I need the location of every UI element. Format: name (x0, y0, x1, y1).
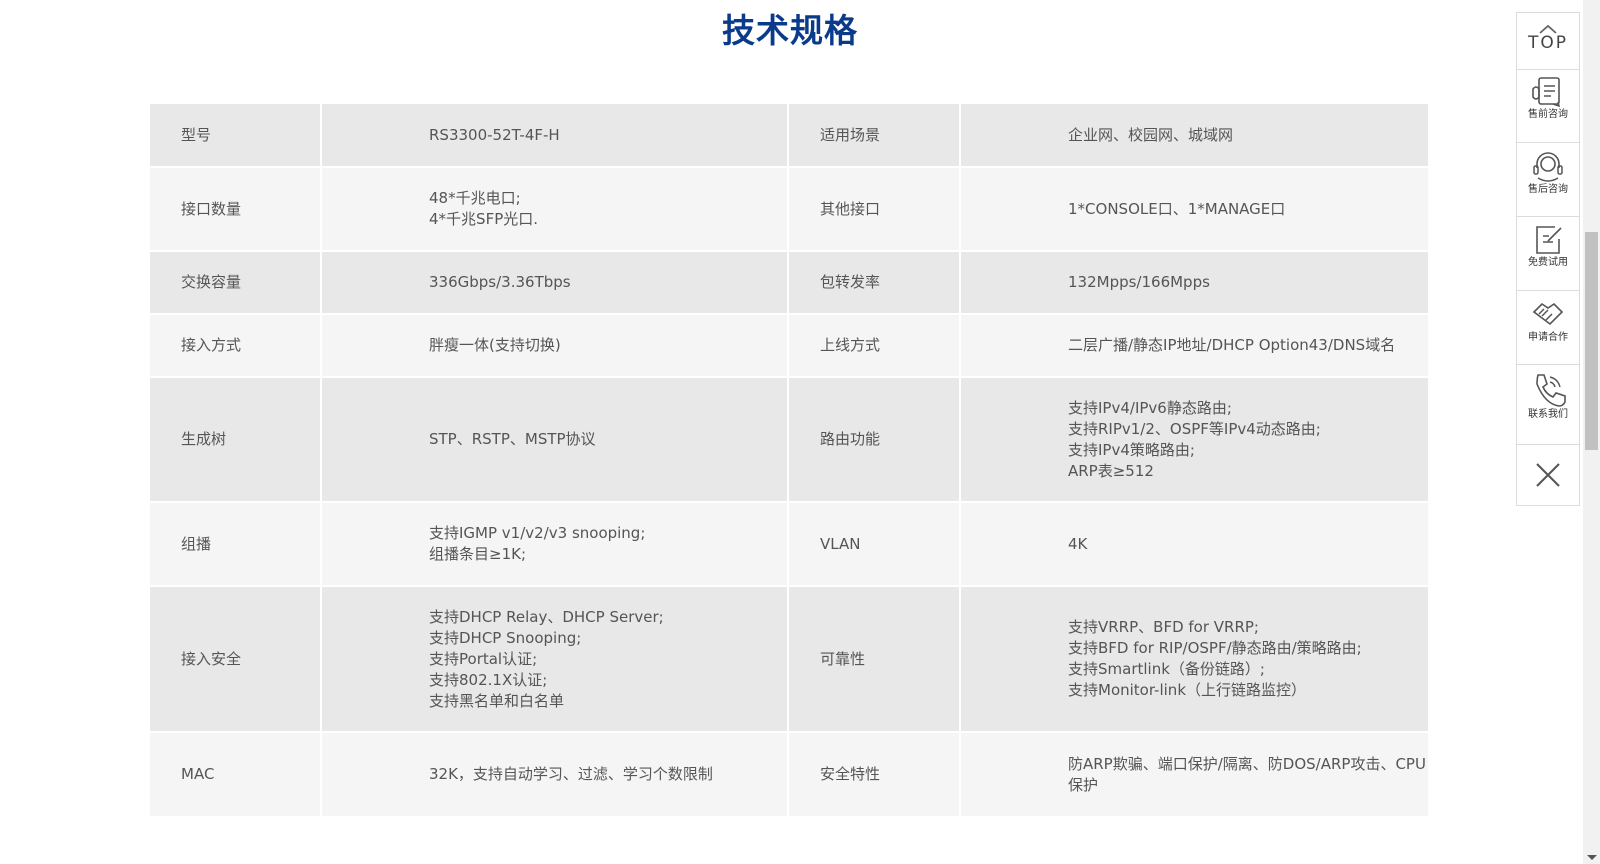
table-row: 组播 支持IGMP v1/v2/v3 snooping; 组播条目≥1K; VLAN 4… (150, 501, 1428, 586)
spec-value-line: 1*CONSOLE口、1*MANAGE口 (1068, 199, 1286, 218)
spec-value-right: 防ARP欺骗、端口保护/隔离、防DOS/ARP攻击、CPU保护 (959, 731, 1428, 816)
table-row: MAC 32K，支持自动学习、过滤、学习个数限制 安全特性 防ARP欺骗、端口保护/隔… (150, 731, 1428, 816)
spec-label-left: 生成树 (150, 376, 321, 502)
floating-toolbar: TOP 售前咨询 售后咨询 免费试用 申请合作 联系我们 (1516, 12, 1580, 506)
cooperation-label: 申请合作 (1528, 332, 1568, 343)
contact-label: 联系我们 (1528, 409, 1568, 420)
spec-value-line: 支持802.1X认证; (429, 670, 548, 689)
free-trial-label: 免费试用 (1528, 257, 1568, 268)
spec-value-line: 支持IPv4/IPv6静态路由; (1068, 398, 1232, 417)
page-title: 技术规格 (722, 11, 858, 50)
aftersales-label: 售后咨询 (1528, 184, 1568, 195)
spec-value-left: 支持DHCP Relay、DHCP Server; 支持DHCP Snooping… (320, 585, 788, 732)
spec-value-right: 企业网、校园网、城域网 (959, 104, 1428, 167)
spec-value-line: 支持IGMP v1/v2/v3 snooping; (429, 524, 646, 542)
table-row: 型号 RS3300-52T-4F-H 适用场景 企业网、校园网、城域网 (150, 104, 1428, 167)
spec-value-line: 32K，支持自动学习、过滤、学习个数限制 (429, 765, 713, 783)
spec-value-line: 支持IPv4策略路由; (1068, 440, 1195, 459)
spec-label-left: 接入安全 (150, 585, 321, 732)
table-row: 接入方式 胖瘦一体(支持切换) 上线方式 二层广播/静态IP地址/DHCP Optio… (150, 313, 1428, 377)
spec-label-left: 接入方式 (150, 313, 321, 377)
spec-label-right: 安全特性 (787, 731, 960, 816)
top-label: TOP (1527, 33, 1569, 53)
apply-cooperation-button[interactable]: 申请合作 (1517, 291, 1579, 365)
spec-value-line: 4*千兆SFP光口. (429, 210, 539, 228)
spec-value-left: STP、RSTP、MSTP协议 (320, 376, 788, 502)
spec-label-right: VLAN (787, 501, 960, 586)
aftersales-consult-button[interactable]: 售后咨询 (1517, 143, 1579, 217)
free-trial-button[interactable]: 免费试用 (1517, 217, 1579, 291)
presales-consult-button[interactable]: 售前咨询 (1517, 70, 1579, 143)
spec-value-line: 支持DHCP Relay、DHCP Server; (429, 607, 664, 626)
spec-value-left: 336Gbps/3.36Tbps (320, 250, 788, 314)
spec-value-line: 支持VRRP、BFD for VRRP; (1068, 618, 1259, 636)
spec-value-line: 企业网、校园网、城域网 (1068, 125, 1234, 144)
spec-value-line: 支持BFD for RIP/OSPF/静态路由/策略路由; (1068, 639, 1362, 657)
table-row: 交换容量 336Gbps/3.36Tbps 包转发率 132Mpps/166Mpps (150, 250, 1428, 314)
scrollbar[interactable] (1583, 0, 1600, 864)
spec-label-left: MAC (150, 731, 321, 816)
presales-icon (1532, 77, 1561, 108)
spec-label-right: 其他接口 (787, 166, 960, 251)
spec-value-line: 支持Portal认证; (429, 649, 538, 668)
spec-value-left: 32K，支持自动学习、过滤、学习个数限制 (320, 731, 788, 816)
contact-us-button[interactable]: 联系我们 (1517, 365, 1579, 445)
presales-label: 售前咨询 (1528, 109, 1568, 120)
table-row: 生成树 STP、RSTP、MSTP协议 路由功能 支持IPv4/IPv6静态路由; 支持… (150, 376, 1428, 502)
spec-value-line: RS3300-52T-4F-H (429, 125, 560, 144)
back-to-top-button[interactable]: TOP (1517, 13, 1579, 70)
handshake-icon (1532, 302, 1564, 326)
spec-value-line: 48*千兆电口; (429, 189, 521, 207)
spec-table: 型号 RS3300-52T-4F-H 适用场景 企业网、校园网、城域网 接口数量 48*千… (150, 104, 1428, 816)
spec-value-left: 支持IGMP v1/v2/v3 snooping; 组播条目≥1K; (320, 501, 788, 586)
scrollbar-thumb[interactable] (1585, 232, 1598, 450)
spec-value-line: 胖瘦一体(支持切换) (429, 336, 561, 354)
spec-value-line: 支持Monitor-link（上行链路监控） (1068, 681, 1307, 699)
spec-value-right: 132Mpps/166Mpps (959, 250, 1428, 314)
spec-value-line: 支持黑名单和白名单 (429, 691, 565, 710)
spec-label-right: 适用场景 (787, 104, 960, 167)
spec-value-line: 支持Smartlink（备份链路）; (1068, 660, 1265, 678)
spec-label-right: 上线方式 (787, 313, 960, 377)
spec-label-right: 可靠性 (787, 585, 960, 732)
spec-value-right: 1*CONSOLE口、1*MANAGE口 (959, 166, 1428, 251)
spec-value-line: 支持DHCP Snooping; (429, 628, 582, 647)
spec-label-left: 组播 (150, 501, 321, 586)
spec-label-right: 路由功能 (787, 376, 960, 502)
scroll-down-arrow[interactable] (1587, 855, 1597, 860)
spec-value-line: 336Gbps/3.36Tbps (429, 273, 571, 291)
spec-value-right: 4K (959, 501, 1428, 586)
headset-icon (1533, 152, 1563, 182)
spec-label-left: 交换容量 (150, 250, 321, 314)
spec-value-line: 4K (1068, 534, 1088, 553)
spec-value-right: 支持VRRP、BFD for VRRP; 支持BFD for RIP/OSPF/静… (959, 585, 1428, 732)
table-row: 接口数量 48*千兆电口; 4*千兆SFP光口. 其他接口 1*CONSOLE口、1*M… (150, 166, 1428, 251)
spec-value-right: 支持IPv4/IPv6静态路由; 支持RIPv1/2、OSPF等IPv4动态路由;… (959, 376, 1428, 502)
edit-note-icon (1536, 226, 1562, 254)
spec-label-left: 型号 (150, 104, 321, 167)
close-icon (1536, 463, 1560, 487)
spec-value-line: 二层广播/静态IP地址/DHCP Option43/DNS域名 (1068, 336, 1396, 354)
spec-value-line: 组播条目≥1K; (429, 545, 527, 563)
spec-value-line: ARP表≥512 (1068, 461, 1154, 480)
spec-value-left: 胖瘦一体(支持切换) (320, 313, 788, 377)
phone-icon (1536, 374, 1566, 407)
spec-value-left: 48*千兆电口; 4*千兆SFP光口. (320, 166, 788, 251)
spec-value-line: 防ARP欺骗、端口保护/隔离、防DOS/ARP攻击、CPU保护 (1068, 754, 1426, 794)
spec-value-line: 132Mpps/166Mpps (1068, 273, 1210, 291)
spec-label-right: 包转发率 (787, 250, 960, 314)
spec-value-left: RS3300-52T-4F-H (320, 104, 788, 167)
table-row: 接入安全 支持DHCP Relay、DHCP Server; 支持DHCP Snoo… (150, 585, 1428, 732)
spec-value-line: STP、RSTP、MSTP协议 (429, 430, 596, 448)
spec-value-line: 支持RIPv1/2、OSPF等IPv4动态路由; (1068, 419, 1321, 438)
spec-label-left: 接口数量 (150, 166, 321, 251)
close-toolbar-button[interactable] (1517, 445, 1579, 505)
spec-value-right: 二层广播/静态IP地址/DHCP Option43/DNS域名 (959, 313, 1428, 377)
